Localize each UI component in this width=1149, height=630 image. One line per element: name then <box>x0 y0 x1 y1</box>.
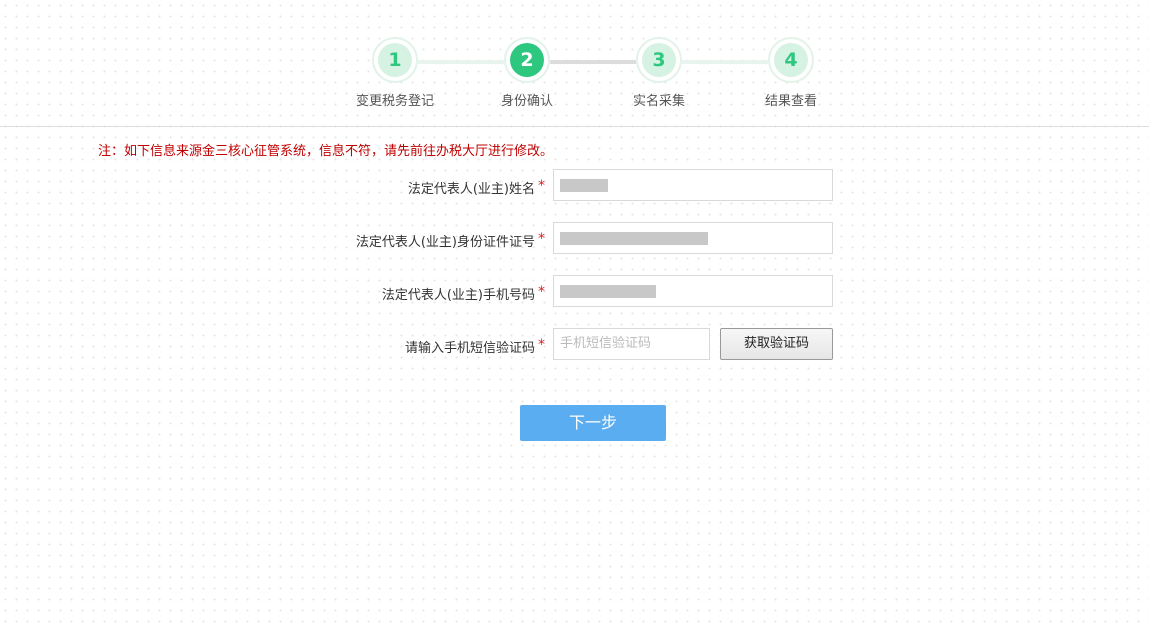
phone-row: 法定代表人(业主)手机号码 * <box>0 275 1149 309</box>
step-1-number: 1 <box>378 43 412 77</box>
phone-field[interactable] <box>553 275 833 307</box>
step-4-number: 4 <box>774 43 808 77</box>
masked-phone-value <box>560 285 656 298</box>
progress-stepper: 1 变更税务登记 2 身份确认 3 实名采集 4 结果查看 <box>0 0 1149 126</box>
masked-id-number-value <box>560 232 708 245</box>
step-2-label: 身份确认 <box>500 94 553 109</box>
name-row: 法定代表人(业主)姓名 * <box>0 169 1149 203</box>
notice-text: 注：如下信息来源金三核心征管系统，信息不符，请先前往办税大厅进行修改。 <box>98 144 554 159</box>
step-4-label: 结果查看 <box>764 94 817 109</box>
step-4: 4 结果查看 <box>741 37 841 109</box>
step-3-number: 3 <box>642 43 676 77</box>
name-field[interactable] <box>553 169 833 201</box>
step-2: 2 身份确认 <box>477 37 577 109</box>
required-mark: * <box>538 231 545 247</box>
name-label: 法定代表人(业主)姓名 <box>407 182 535 197</box>
required-mark: * <box>538 178 545 194</box>
sms-code-row: 请输入手机短信验证码 * 获取验证码 <box>0 328 1149 362</box>
step-3-circle: 3 <box>636 37 682 83</box>
step-2-circle: 2 <box>504 37 550 83</box>
get-code-button[interactable]: 获取验证码 <box>720 328 833 360</box>
step-4-circle: 4 <box>768 37 814 83</box>
phone-label: 法定代表人(业主)手机号码 <box>381 288 535 303</box>
id-number-row: 法定代表人(业主)身份证件证号 * <box>0 222 1149 256</box>
id-number-field[interactable] <box>553 222 833 254</box>
sms-code-field[interactable] <box>553 328 710 360</box>
sms-code-input[interactable] <box>560 329 705 357</box>
step-3-label: 实名采集 <box>632 94 685 109</box>
required-mark: * <box>538 337 545 353</box>
step-1-label: 变更税务登记 <box>355 94 434 109</box>
step-2-number: 2 <box>510 43 544 77</box>
step-1: 1 变更税务登记 <box>345 37 445 109</box>
sms-code-label: 请输入手机短信验证码 <box>404 341 535 356</box>
masked-name-value <box>560 179 608 192</box>
id-number-label: 法定代表人(业主)身份证件证号 <box>355 235 535 250</box>
header-divider <box>0 126 1149 127</box>
next-step-button[interactable]: 下一步 <box>520 405 666 441</box>
step-1-circle: 1 <box>372 37 418 83</box>
required-mark: * <box>538 284 545 300</box>
step-3: 3 实名采集 <box>609 37 709 109</box>
